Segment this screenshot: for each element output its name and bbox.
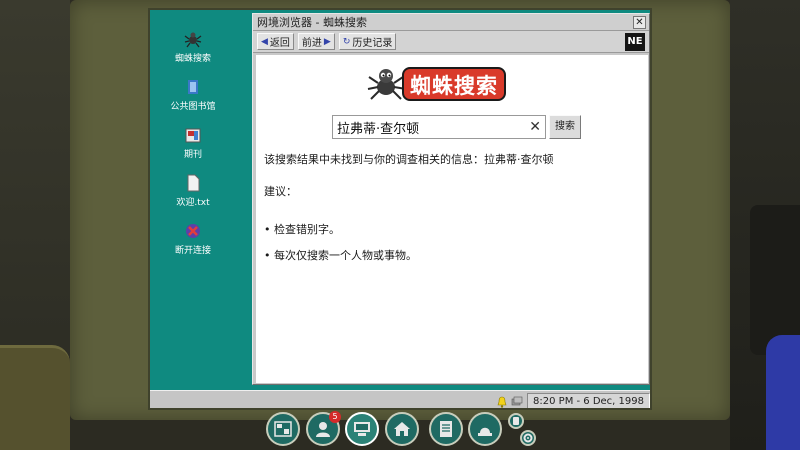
dock-home-button[interactable] bbox=[385, 412, 419, 446]
notebook-icon bbox=[440, 421, 452, 437]
arrow-right-icon: ▶ bbox=[323, 36, 331, 47]
taskbar: 8:20 PM - 6 Dec, 1998 bbox=[150, 390, 650, 408]
result-message: 该搜索结果中未找到与你的调查相关的信息：拉弗蒂·查尔顿 bbox=[264, 153, 554, 166]
brand-title: 蜘蛛搜索 bbox=[402, 67, 506, 101]
back-label: 返回 bbox=[269, 38, 290, 49]
search-row: 拉弗蒂·查尔顿 ✕ 搜索 bbox=[332, 115, 581, 139]
spider-search-brand: 蜘蛛搜索 bbox=[366, 63, 546, 105]
taskbar-clock: 8:20 PM - 6 Dec, 1998 bbox=[527, 393, 650, 408]
phone-icon bbox=[513, 417, 519, 425]
notification-badge: 5 bbox=[329, 411, 341, 423]
chair-right bbox=[766, 335, 800, 450]
settings-icon bbox=[523, 433, 533, 443]
page-content: 蜘蛛搜索 拉弗蒂·查尔顿 ✕ 搜索 该搜索结果中未找到与你的调查相关的信息：拉弗… bbox=[256, 55, 648, 383]
dock-suspect-button[interactable]: 5 bbox=[306, 411, 341, 446]
desktop-icon-spider-search[interactable]: 蜘蛛搜索 bbox=[158, 30, 228, 64]
history-label: 历史记录 bbox=[352, 38, 393, 49]
dock-evidence-board-button[interactable] bbox=[266, 412, 300, 446]
suggestion-item: • 检查错别字。 bbox=[264, 223, 340, 236]
search-input[interactable]: 拉弗蒂·查尔顿 ✕ bbox=[332, 115, 546, 139]
desktop-icon-label: 蜘蛛搜索 bbox=[174, 54, 211, 64]
alarm-icon bbox=[478, 427, 492, 436]
back-button[interactable]: ◀ 返回 bbox=[257, 33, 294, 50]
arrow-left-icon: ◀ bbox=[261, 36, 268, 47]
desktop-icon-label: 欢迎.txt bbox=[176, 198, 210, 208]
suspect-icon bbox=[316, 422, 330, 437]
disconnect-icon bbox=[186, 224, 200, 238]
computer-icon bbox=[354, 422, 370, 436]
window-title: 网境浏览器 - 蜘蛛搜索 bbox=[257, 16, 367, 29]
library-icon bbox=[188, 80, 198, 94]
history-button[interactable]: ↻ 历史记录 bbox=[338, 33, 397, 50]
close-button[interactable]: ✕ bbox=[633, 15, 646, 29]
computer-screen: 蜘蛛搜索 公共图书馆 期刊 欢迎.txt 断开连接 网境浏览器 - 蜘蛛搜索 ✕ bbox=[148, 8, 652, 410]
window-titlebar[interactable]: 网境浏览器 - 蜘蛛搜索 ✕ bbox=[253, 14, 649, 31]
clear-search-icon[interactable]: ✕ bbox=[529, 119, 541, 135]
settings-button[interactable] bbox=[520, 430, 536, 446]
desk-shadow bbox=[750, 205, 800, 355]
desktop-icon-disconnect[interactable]: 断开连接 bbox=[158, 222, 228, 256]
search-value: 拉弗蒂·查尔顿 bbox=[337, 121, 420, 137]
history-icon: ↻ bbox=[342, 36, 351, 47]
forward-label: 前进 bbox=[301, 38, 322, 49]
desktop-icon-label: 断开连接 bbox=[174, 246, 211, 256]
forward-button[interactable]: 前进 ▶ bbox=[297, 33, 335, 50]
evidence-board-icon bbox=[274, 421, 292, 437]
text-file-icon bbox=[187, 174, 200, 192]
home-icon bbox=[394, 422, 410, 436]
desktop-icon-journal[interactable]: 期刊 bbox=[158, 126, 228, 160]
notification-bell-icon[interactable] bbox=[497, 396, 507, 408]
chair-left bbox=[0, 345, 70, 450]
desktop-icon-label: 期刊 bbox=[183, 150, 202, 160]
phone-button[interactable] bbox=[508, 413, 524, 429]
journal-icon bbox=[185, 128, 201, 143]
browser-logo: NE bbox=[625, 32, 645, 51]
dock-alarm-button[interactable] bbox=[468, 412, 502, 446]
browser-window: 网境浏览器 - 蜘蛛搜索 ✕ ◀ 返回 前进 ▶ ↻ 历史记录 NE 蜘蛛搜索 … bbox=[252, 13, 650, 385]
dock-computer-button[interactable] bbox=[345, 412, 379, 446]
desktop-icon-library[interactable]: 公共图书馆 bbox=[158, 78, 228, 112]
system-tray: 8:20 PM - 6 Dec, 1998 bbox=[497, 393, 650, 408]
suggestions-heading: 建议： bbox=[264, 185, 297, 198]
spider-icon bbox=[184, 32, 202, 48]
dock-notebook-button[interactable] bbox=[429, 412, 463, 446]
desktop-icon-welcome-txt[interactable]: 欢迎.txt bbox=[158, 174, 228, 208]
network-icon[interactable] bbox=[511, 396, 523, 408]
suggestion-item: • 每次仅搜索一个人物或事物。 bbox=[264, 249, 417, 262]
browser-toolbar: ◀ 返回 前进 ▶ ↻ 历史记录 NE bbox=[253, 31, 649, 53]
desktop-icon-label: 公共图书馆 bbox=[170, 102, 216, 112]
search-button[interactable]: 搜索 bbox=[549, 115, 581, 139]
